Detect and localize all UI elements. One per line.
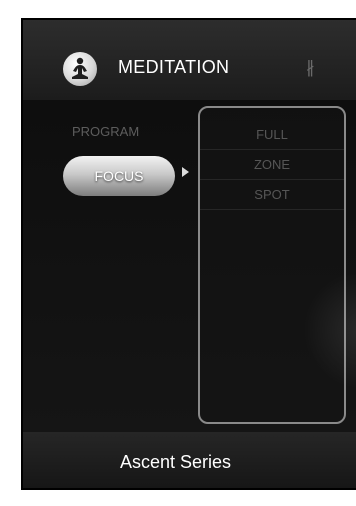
option-spot[interactable]: SPOT bbox=[200, 180, 344, 210]
arrow-right-icon bbox=[182, 167, 189, 177]
focus-button[interactable]: FOCUS bbox=[63, 156, 175, 196]
program-label: PROGRAM bbox=[72, 124, 140, 139]
option-zone[interactable]: ZONE bbox=[200, 150, 344, 180]
meditation-figure-icon bbox=[63, 52, 97, 86]
option-full[interactable]: FULL bbox=[200, 120, 344, 150]
device-screen: MEDITATION ∦ PROGRAM FOCUS FULL ZONE SPO… bbox=[21, 18, 356, 490]
options-panel: FULL ZONE SPOT bbox=[198, 106, 346, 424]
header-bar: MEDITATION ∦ bbox=[23, 20, 356, 100]
footer-bar: Ascent Series bbox=[23, 432, 356, 488]
page-title: MEDITATION bbox=[118, 57, 230, 77]
series-label: Ascent Series bbox=[120, 452, 232, 472]
bluetooth-icon: ∦ bbox=[306, 58, 315, 77]
content-area: PROGRAM FOCUS FULL ZONE SPOT bbox=[23, 100, 356, 432]
